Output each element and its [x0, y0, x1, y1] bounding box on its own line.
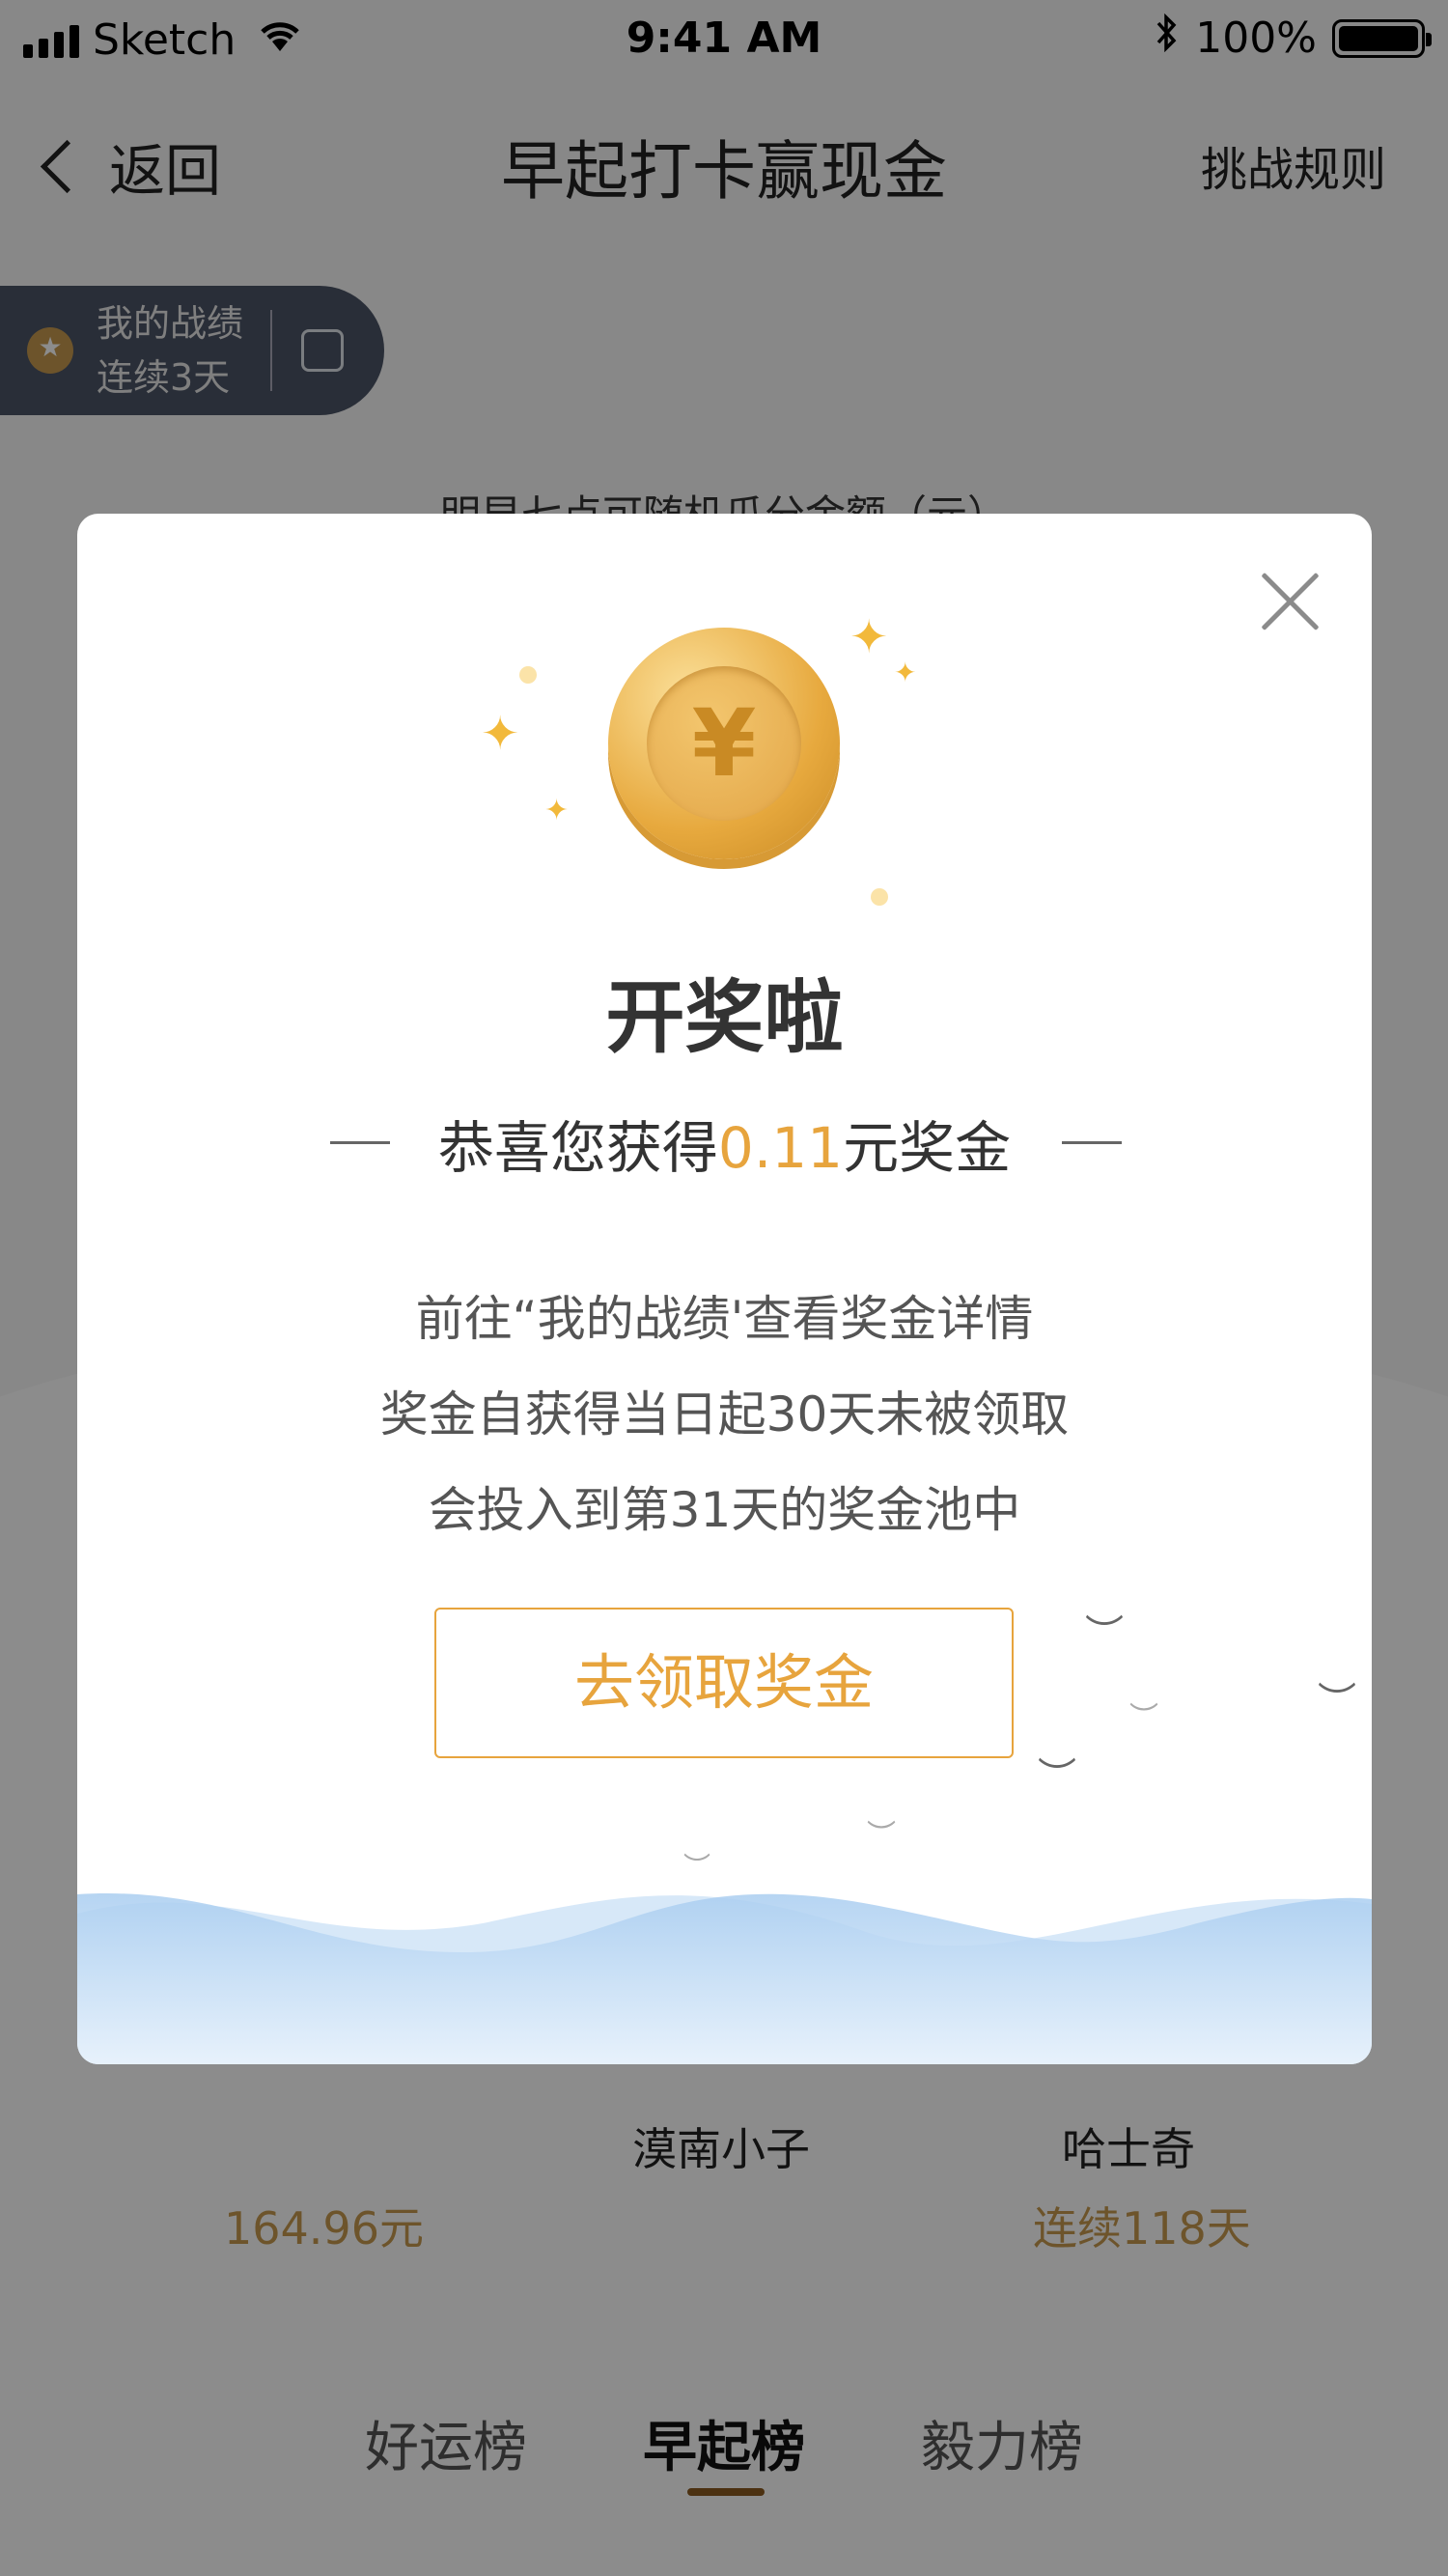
bird-icon: ︶ — [683, 1851, 711, 1883]
close-icon[interactable] — [1255, 567, 1324, 636]
bird-icon: ︶ — [1038, 1755, 1076, 1800]
congrats-prefix: 恭喜您获得 — [437, 1115, 718, 1181]
modal-title: 开奖啦 — [605, 972, 844, 1064]
sparkle-dot — [519, 666, 537, 684]
prize-modal: ✦ ✦ ✦ ✦ ¥ 开奖啦 恭喜您获得0.11元奖金 前往“我的战绩'查看奖金详… — [77, 514, 1372, 2064]
bird-icon: ︶ — [1129, 1701, 1158, 1735]
sparkle-icon: ✦ — [849, 610, 889, 664]
sparkle-icon: ✦ — [894, 657, 917, 688]
sparkle-icon: ✦ — [544, 794, 570, 827]
description-line: 前往“我的战绩'查看奖金详情 — [415, 1291, 1034, 1347]
description-line: 奖金自获得当日起30天未被领取 — [379, 1386, 1070, 1442]
coin-icon: ¥ — [608, 628, 840, 859]
congrats-suffix: 元奖金 — [843, 1115, 1012, 1181]
congrats-text: 恭喜您获得0.11元奖金 — [77, 1103, 1372, 1184]
bird-icon: ︶ — [867, 1819, 896, 1853]
claim-prize-button[interactable]: 去领取奖金 — [434, 1608, 1014, 1758]
modal-description: 前往“我的战绩'查看奖金详情 奖金自获得当日起30天未被领取 会投入到第31天的… — [77, 1272, 1372, 1558]
coin-symbol: ¥ — [647, 666, 801, 821]
bird-icon: ︶ — [1085, 1612, 1124, 1657]
sparkle-dot — [871, 888, 888, 906]
description-line: 会投入到第31天的奖金池中 — [428, 1482, 1021, 1538]
wave-decoration — [77, 1893, 1372, 2064]
bird-icon: ︶ — [1318, 1680, 1356, 1724]
prize-amount: 0.11 — [717, 1115, 844, 1181]
sparkle-icon: ✦ — [481, 707, 520, 761]
